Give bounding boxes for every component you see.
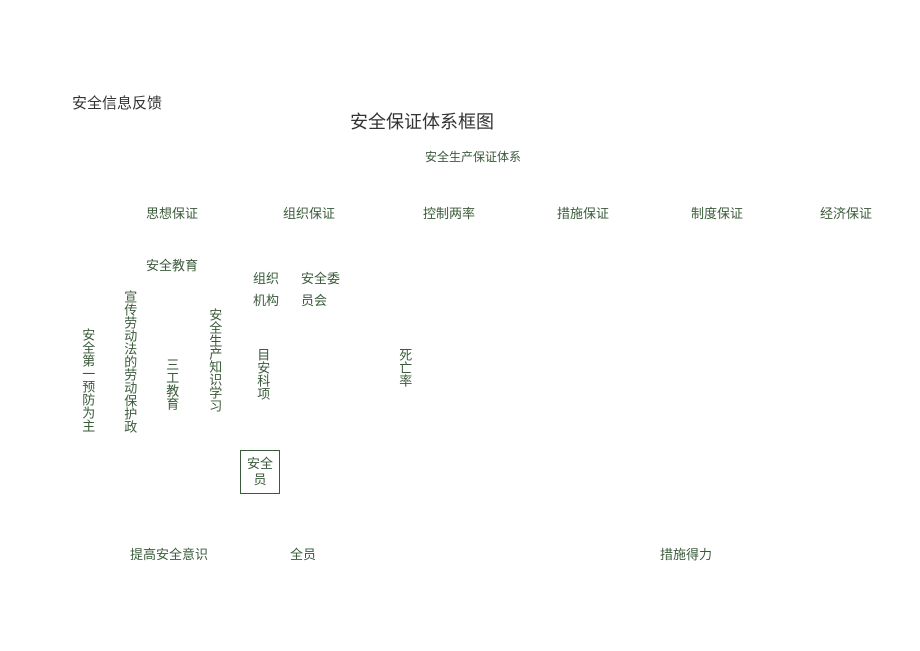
node-safety-committee-2: 员会 [301,290,327,309]
page-header: 安全信息反馈 [72,92,162,113]
node-target: 目安科项 [253,348,271,400]
node-safety-committee-1: 安全委 [301,268,340,287]
node-all-staff: 全员 [290,544,316,563]
box-safety-member: 安全员 [240,450,280,494]
node-safety-first: 安全第一预防为主 [78,328,96,432]
diagram-title: 安全保证体系框图 [350,108,494,134]
box-safety-member-label: 安全员 [241,456,279,487]
node-control: 控制两率 [423,203,475,222]
diagram-subtitle: 安全生产保证体系 [425,148,521,165]
node-effective: 措施得力 [660,544,712,563]
node-org-body-2: 机构 [253,290,279,309]
node-economic: 经济保证 [820,203,872,222]
node-org-body-1: 组织 [253,268,279,287]
node-death-rate: 死亡率 [395,348,413,387]
node-safety-education: 安全教育 [146,255,198,274]
node-three-work: 三工教育 [162,358,180,410]
node-thought: 思想保证 [146,203,198,222]
node-measures: 措施保证 [557,203,609,222]
node-knowledge: 安全生产知识学习 [205,308,223,412]
node-awareness: 提高安全意识 [130,544,208,563]
node-system: 制度保证 [691,203,743,222]
node-organization: 组织保证 [283,203,335,222]
node-propaganda: 宣传劳动法的劳动保护政 [120,290,138,433]
